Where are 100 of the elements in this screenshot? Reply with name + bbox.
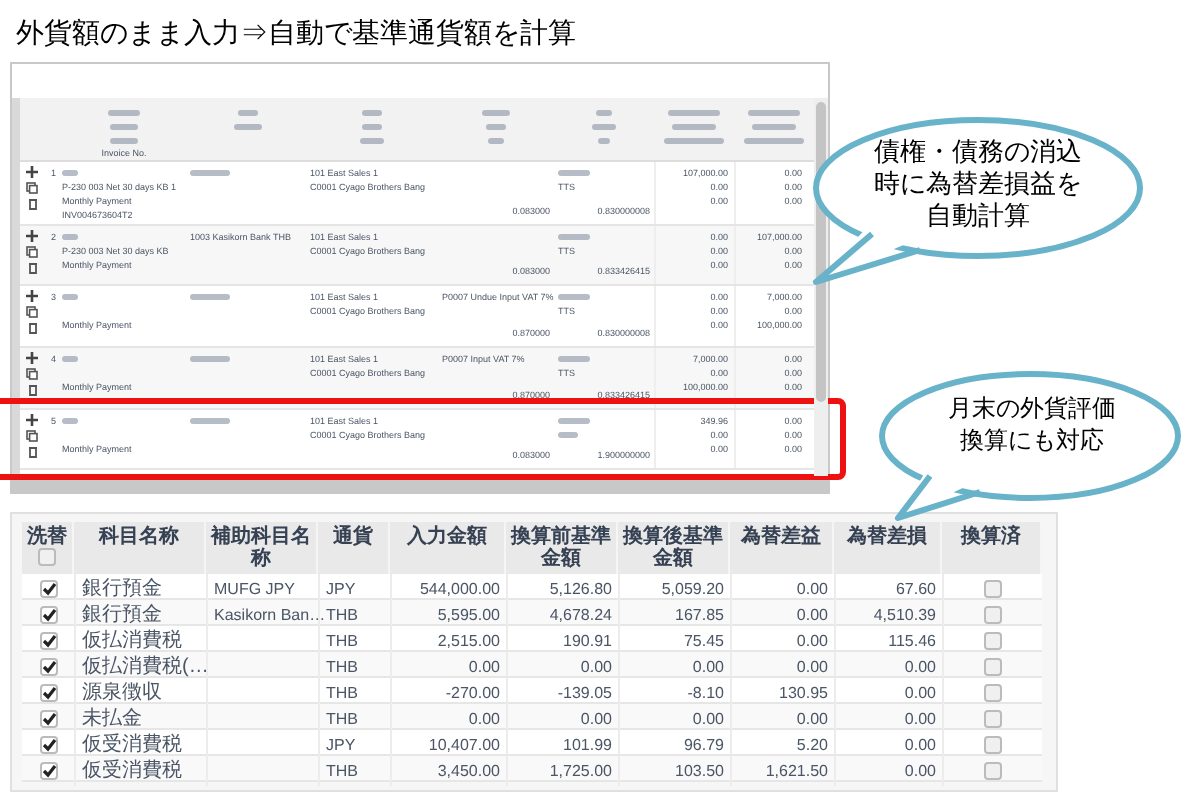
copy-icon[interactable] bbox=[26, 246, 38, 258]
table-cell: THB bbox=[326, 629, 358, 653]
blurred-label bbox=[108, 110, 140, 116]
table-cell: -270.00 bbox=[445, 681, 500, 705]
table-cell: 96.79 bbox=[683, 733, 724, 757]
checkbox[interactable] bbox=[39, 606, 57, 624]
plus-icon[interactable] bbox=[26, 290, 38, 302]
checkbox[interactable] bbox=[984, 580, 1002, 598]
blurred-label bbox=[110, 138, 138, 144]
trash-icon[interactable] bbox=[27, 446, 37, 458]
column-header: 為替差損 bbox=[847, 526, 927, 548]
blurred-label bbox=[748, 110, 800, 116]
table-cell: 0.00 bbox=[904, 655, 936, 679]
table-cell: 167.85 bbox=[675, 603, 724, 627]
blurred-label bbox=[62, 418, 78, 424]
trash-icon[interactable] bbox=[27, 322, 37, 334]
table-cell: THB bbox=[326, 655, 358, 679]
plus-icon[interactable] bbox=[26, 230, 38, 242]
blurred-label bbox=[672, 124, 716, 130]
checkbox[interactable] bbox=[39, 710, 57, 728]
checkbox[interactable] bbox=[39, 658, 57, 676]
blurred-label bbox=[110, 124, 138, 130]
table-cell: 1,725.00 bbox=[549, 759, 612, 783]
table-cell: 5,595.00 bbox=[437, 603, 500, 627]
table-cell: 0.00 bbox=[904, 733, 936, 757]
plus-icon[interactable] bbox=[26, 414, 38, 426]
table-cell: 190.91 bbox=[563, 629, 612, 653]
table-cell: 0.00 bbox=[796, 577, 828, 601]
blurred-label bbox=[592, 124, 616, 130]
trash-icon[interactable] bbox=[27, 262, 37, 274]
column-header: 洗替 bbox=[27, 526, 67, 548]
checkbox[interactable] bbox=[39, 736, 57, 754]
table-cell: 5,059.20 bbox=[661, 577, 724, 601]
trash-icon[interactable] bbox=[27, 384, 37, 396]
blurred-label bbox=[234, 124, 262, 130]
table-cell: Kasikorn Ban… bbox=[214, 603, 326, 627]
checkbox[interactable] bbox=[984, 632, 1002, 650]
table-cell: 0.00 bbox=[904, 681, 936, 705]
copy-icon[interactable] bbox=[26, 306, 38, 318]
blurred-label bbox=[558, 418, 590, 424]
blurred-label bbox=[190, 356, 230, 362]
table-cell: THB bbox=[326, 707, 358, 731]
table-cell: JPY bbox=[326, 733, 356, 757]
trash-icon[interactable] bbox=[27, 198, 37, 210]
table-cell: MUFG JPY bbox=[214, 577, 295, 601]
table-cell: 0.00 bbox=[580, 707, 612, 731]
checkbox[interactable] bbox=[39, 762, 57, 780]
table-cell-text: 仮払消費税(… bbox=[82, 653, 209, 681]
blurred-label bbox=[482, 110, 510, 116]
blurred-label bbox=[596, 110, 612, 116]
blurred-label bbox=[62, 294, 78, 300]
table-cell: 0.00 bbox=[796, 707, 828, 731]
plus-icon[interactable] bbox=[26, 352, 38, 364]
column-header: 換算済 bbox=[961, 526, 1021, 548]
copy-icon[interactable] bbox=[26, 368, 38, 380]
callout-text: 債権・債務の消込時に為替差損益を自動計算 bbox=[872, 136, 1084, 232]
checkbox[interactable] bbox=[984, 762, 1002, 780]
callout-text: 月末の外貨評価換算にも対応 bbox=[946, 392, 1118, 456]
table-cell-text: 銀行預金 bbox=[82, 602, 162, 629]
table-cell: 0.00 bbox=[796, 629, 828, 653]
table-cell: 103.50 bbox=[675, 759, 724, 783]
blurred-label bbox=[752, 124, 796, 130]
table-cell: 2,515.00 bbox=[437, 629, 500, 653]
table-cell-text: 銀行預金 bbox=[82, 576, 162, 604]
column-header: 換算後基準金額 bbox=[620, 526, 725, 570]
blurred-label bbox=[360, 138, 384, 144]
checkbox[interactable] bbox=[984, 710, 1002, 728]
copy-icon[interactable] bbox=[26, 430, 38, 442]
table-cell-text: 未払金 bbox=[82, 705, 142, 733]
column-header: 換算前基準金額 bbox=[508, 526, 613, 570]
blurred-label bbox=[190, 418, 230, 424]
copy-icon[interactable] bbox=[26, 182, 38, 194]
blurred-label bbox=[558, 356, 590, 362]
blurred-label bbox=[62, 234, 78, 240]
blurred-label bbox=[238, 110, 258, 116]
table-cell-text: 源泉徴収 bbox=[82, 679, 162, 707]
blurred-label bbox=[558, 170, 590, 176]
table-cell: THB bbox=[326, 681, 358, 705]
column-header: 科目名称 bbox=[99, 526, 179, 548]
blurred-label bbox=[598, 138, 610, 144]
checkbox[interactable] bbox=[984, 684, 1002, 702]
checkbox[interactable] bbox=[38, 548, 56, 566]
table-cell-text: 仮受消費税 bbox=[82, 757, 182, 786]
plus-icon[interactable] bbox=[26, 166, 38, 178]
checkbox[interactable] bbox=[984, 606, 1002, 624]
table-cell: 0.00 bbox=[692, 707, 724, 731]
checkbox[interactable] bbox=[39, 632, 57, 650]
table-cell: 1,621.50 bbox=[765, 759, 828, 783]
checkbox[interactable] bbox=[984, 658, 1002, 676]
checkbox[interactable] bbox=[984, 736, 1002, 754]
blurred-label bbox=[668, 110, 720, 116]
checkbox[interactable] bbox=[39, 684, 57, 702]
table-cell: 5.20 bbox=[796, 733, 828, 757]
table-cell-text: 仮払消費税 bbox=[82, 627, 182, 655]
slide-title: 外貨額のまま入力⇒自動で基準通貨額を計算 bbox=[14, 14, 578, 52]
table-cell: 10,407.00 bbox=[428, 733, 500, 757]
checkbox[interactable] bbox=[39, 580, 57, 598]
table-cell: 0.00 bbox=[468, 655, 500, 679]
table-cell: -8.10 bbox=[687, 681, 724, 705]
blurred-label bbox=[190, 294, 230, 300]
